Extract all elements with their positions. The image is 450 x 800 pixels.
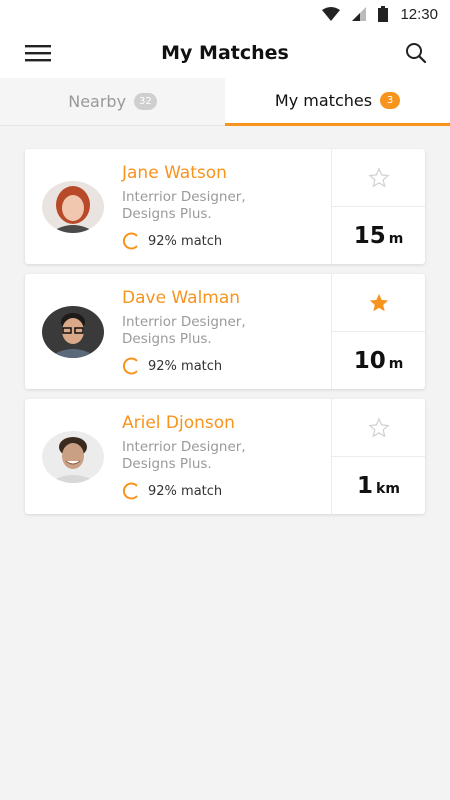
match-company: Designs Plus.	[122, 456, 212, 472]
tab-my-matches-label: My matches	[274, 91, 373, 110]
match-company: Designs Plus.	[122, 331, 212, 347]
battery-icon	[378, 6, 389, 22]
match-list: Jane Watson Interrior Designer, Designs …	[25, 149, 425, 524]
nearby-count-badge: 32	[134, 93, 157, 110]
tab-nearby-label: Nearby	[68, 92, 127, 111]
distance-value: 10	[353, 347, 386, 374]
match-card-body: Ariel Djonson Interrior Designer, Design…	[25, 399, 331, 514]
menu-button[interactable]	[24, 39, 52, 67]
match-score: 92% match	[122, 357, 246, 375]
hamburger-icon	[25, 45, 51, 62]
favorite-toggle[interactable]	[332, 149, 425, 207]
match-name: Ariel Djonson	[122, 413, 235, 433]
star-filled-icon	[369, 293, 388, 311]
tab-bar: Nearby 32 My matches 3	[0, 78, 450, 126]
match-card-side: 10 m	[331, 274, 425, 389]
match-score: 92% match	[122, 482, 246, 500]
favorite-toggle[interactable]	[332, 399, 425, 457]
star-outline-icon	[367, 416, 390, 437]
match-card-side: 1 km	[331, 399, 425, 514]
match-card[interactable]: Jane Watson Interrior Designer, Designs …	[25, 149, 425, 264]
avatar	[42, 180, 104, 233]
my-matches-count-badge: 3	[380, 92, 401, 109]
search-button[interactable]	[402, 39, 430, 67]
match-progress-icon	[122, 482, 138, 500]
match-card-body: Jane Watson Interrior Designer, Designs …	[25, 149, 331, 264]
match-company: Designs Plus.	[122, 206, 212, 222]
match-name: Jane Watson	[122, 163, 227, 183]
match-progress-icon	[122, 232, 138, 250]
distance-unit: m	[388, 230, 404, 247]
distance: 10 m	[332, 332, 425, 389]
avatar	[42, 430, 104, 483]
match-progress-icon	[122, 357, 138, 375]
distance-value: 15	[353, 222, 386, 249]
match-role: Interrior Designer,	[122, 439, 246, 455]
status-bar: 12:30	[0, 0, 450, 28]
distance: 15 m	[332, 207, 425, 264]
match-card-side: 15 m	[331, 149, 425, 264]
match-role: Interrior Designer,	[122, 314, 246, 330]
search-icon	[406, 43, 427, 64]
status-time: 12:30	[400, 5, 438, 23]
match-card[interactable]: Dave Walman Interrior Designer, Designs …	[25, 274, 425, 389]
match-percent: 92% match	[148, 358, 223, 374]
distance-unit: m	[388, 355, 404, 372]
distance-value: 1	[357, 472, 374, 499]
tab-my-matches[interactable]: My matches 3	[225, 78, 450, 126]
wifi-icon	[322, 7, 341, 21]
star-outline-icon	[367, 166, 390, 187]
page-title: My Matches	[161, 42, 289, 64]
avatar	[42, 305, 104, 358]
match-percent: 92% match	[148, 483, 223, 499]
favorite-toggle[interactable]	[332, 274, 425, 332]
match-score: 92% match	[122, 232, 246, 250]
signal-icon	[352, 7, 367, 21]
tab-nearby[interactable]: Nearby 32	[0, 78, 225, 126]
match-card[interactable]: Ariel Djonson Interrior Designer, Design…	[25, 399, 425, 514]
match-role: Interrior Designer,	[122, 189, 246, 205]
match-name: Dave Walman	[122, 288, 241, 308]
match-percent: 92% match	[148, 233, 223, 249]
distance: 1 km	[332, 457, 425, 514]
match-card-body: Dave Walman Interrior Designer, Designs …	[25, 274, 331, 389]
distance-unit: km	[376, 480, 400, 497]
app-bar: My Matches	[0, 28, 450, 78]
